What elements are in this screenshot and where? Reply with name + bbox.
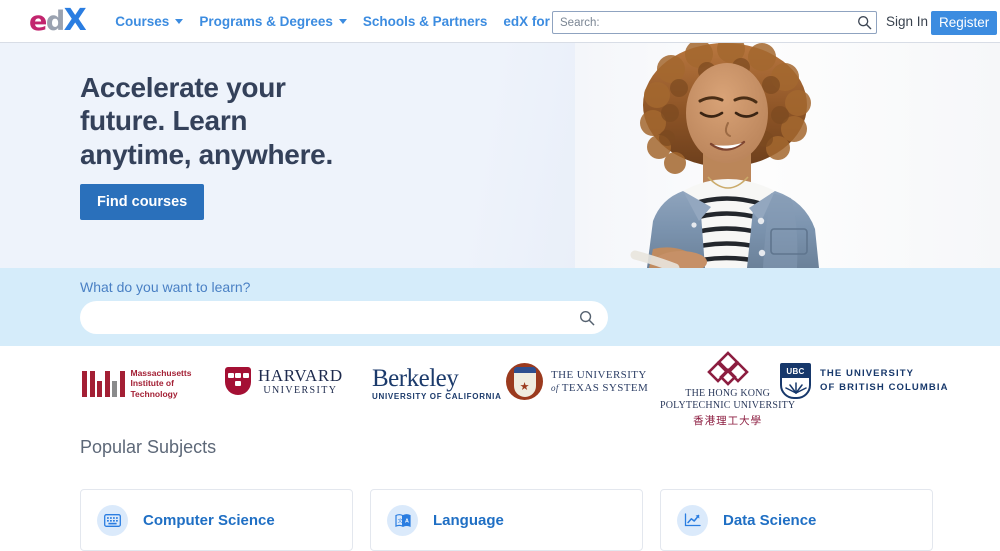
mit-line3: Technology (130, 388, 178, 399)
harvard-shield-icon (225, 367, 251, 396)
mit-bars-icon (82, 370, 125, 397)
subject-label-computer-science: Computer Science (143, 511, 275, 529)
find-courses-button[interactable]: Find courses (80, 184, 205, 220)
ubc-crest-label: UBC (782, 365, 809, 378)
partner-logo-ubc[interactable]: UBC THE UNIVERSITY OF BRITISH COLUMBIA (780, 363, 949, 399)
logo-letter-e: e (29, 6, 47, 37)
ubc-crest-icon: UBC (780, 363, 811, 399)
hero-headline-line2: future. Learn (80, 105, 248, 137)
partner-logo-harvard[interactable]: HARVARD UNIVERSITY (225, 366, 343, 396)
search-input[interactable] (553, 16, 852, 29)
polyu-wordmark: THE HONG KONG POLYTECHNIC UNIVERSITY (660, 388, 795, 412)
nav-item-schools-partners[interactable]: Schools & Partners (355, 14, 496, 29)
mit-wordmark: Massachusetts Institute of Technology (131, 368, 192, 399)
subject-label-data-science: Data Science (723, 511, 817, 529)
edx-homepage: edX Courses Programs & Degrees Schools &… (0, 0, 1000, 551)
edx-logo[interactable]: edX (29, 3, 87, 38)
keyboard-icon (97, 504, 128, 536)
main-navigation: Courses Programs & Degrees Schools & Par… (107, 14, 621, 29)
mit-line1: Massachusetts (130, 368, 192, 378)
ut-line3: of TEXAS SYSTEM (551, 382, 648, 395)
chevron-down-icon (175, 18, 184, 24)
subject-label-language: Language (433, 511, 504, 529)
polyu-chinese-name: 香港理工大學 (693, 415, 763, 427)
partner-logo-berkeley[interactable]: Berkeley UNIVERSITY OF CALIFORNIA (372, 366, 502, 401)
svg-text:文: 文 (397, 517, 402, 524)
nav-label-programs-degrees: Programs & Degrees (199, 13, 333, 29)
hero-headline: Accelerate your future. Learn anytime, a… (80, 71, 333, 171)
hero-section: Accelerate your future. Learn anytime, a… (0, 43, 1000, 268)
learn-search-box[interactable] (80, 301, 608, 334)
logo-letter-x: X (63, 3, 87, 38)
ubc-wordmark: THE UNIVERSITY OF BRITISH COLUMBIA (820, 367, 949, 395)
translate-book-icon: A 文 (387, 504, 418, 536)
ut-seal-icon: ★ (506, 363, 543, 400)
nav-label-schools-partners: Schools & Partners (362, 13, 488, 29)
polyu-line2: POLYTECHNIC UNIVERSITY (660, 400, 796, 411)
berkeley-wordmark: Berkeley UNIVERSITY OF CALIFORNIA (372, 366, 502, 401)
nav-item-courses[interactable]: Courses (107, 14, 191, 29)
sign-in-link[interactable]: Sign In (886, 14, 928, 29)
logo-letter-d: d (45, 6, 65, 37)
ubc-sun-icon (784, 382, 807, 394)
ut-line3-text: TEXAS SYSTEM (561, 381, 649, 394)
mit-line2: Institute of (130, 378, 174, 389)
harvard-wordmark: HARVARD UNIVERSITY (258, 366, 343, 396)
register-button[interactable]: Register (931, 11, 998, 35)
subject-card-language[interactable]: A 文 Language (370, 489, 643, 551)
berkeley-line2: UNIVERSITY OF CALIFORNIA (372, 392, 502, 401)
ut-line2: of (551, 382, 559, 393)
learn-prompt-label: What do you want to learn? (80, 279, 251, 295)
popular-subjects-title: Popular Subjects (80, 437, 217, 457)
berkeley-line1: Berkeley (372, 365, 459, 392)
hero-photo (575, 43, 1000, 268)
ut-line1: THE UNIVERSITY (551, 368, 647, 381)
hero-headline-line1: Accelerate your (80, 72, 286, 103)
subject-card-list: Computer Science A 文 Language Data Scien… (80, 489, 933, 551)
harvard-line2: UNIVERSITY (263, 385, 338, 397)
site-header: edX Courses Programs & Degrees Schools &… (0, 0, 1000, 43)
partner-logo-ut-system[interactable]: ★ THE UNIVERSITY of TEXAS SYSTEM (506, 363, 648, 400)
partner-logo-mit[interactable]: Massachusetts Institute of Technology (82, 368, 191, 399)
nav-item-programs-degrees[interactable]: Programs & Degrees (191, 14, 355, 29)
polyu-knot-icon (706, 351, 749, 386)
header-search-box[interactable] (552, 11, 877, 34)
partner-logo-carousel: Massachusetts Institute of Technology HA… (0, 346, 1000, 427)
ubc-line1: THE UNIVERSITY (820, 368, 915, 380)
learn-search-input[interactable] (80, 310, 566, 325)
nav-label-courses: Courses (115, 13, 170, 29)
hero-headline-line3: anytime, anywhere. (80, 138, 333, 170)
learn-search-band: What do you want to learn? (0, 268, 1000, 346)
partner-logo-hk-polyu[interactable]: THE HONG KONG POLYTECHNIC UNIVERSITY 香港理… (660, 350, 795, 428)
chevron-down-icon (338, 18, 347, 24)
ubc-line2: OF BRITISH COLUMBIA (820, 382, 949, 393)
polyu-line1: THE HONG KONG (685, 388, 771, 399)
subject-card-computer-science[interactable]: Computer Science (80, 489, 353, 551)
line-chart-icon (677, 504, 708, 536)
harvard-line1: HARVARD (258, 366, 343, 385)
subject-card-data-science[interactable]: Data Science (660, 489, 933, 551)
search-icon[interactable] (852, 15, 876, 30)
ut-wordmark: THE UNIVERSITY of TEXAS SYSTEM (551, 369, 648, 395)
search-icon[interactable] (566, 310, 608, 326)
svg-text:A: A (405, 518, 409, 524)
